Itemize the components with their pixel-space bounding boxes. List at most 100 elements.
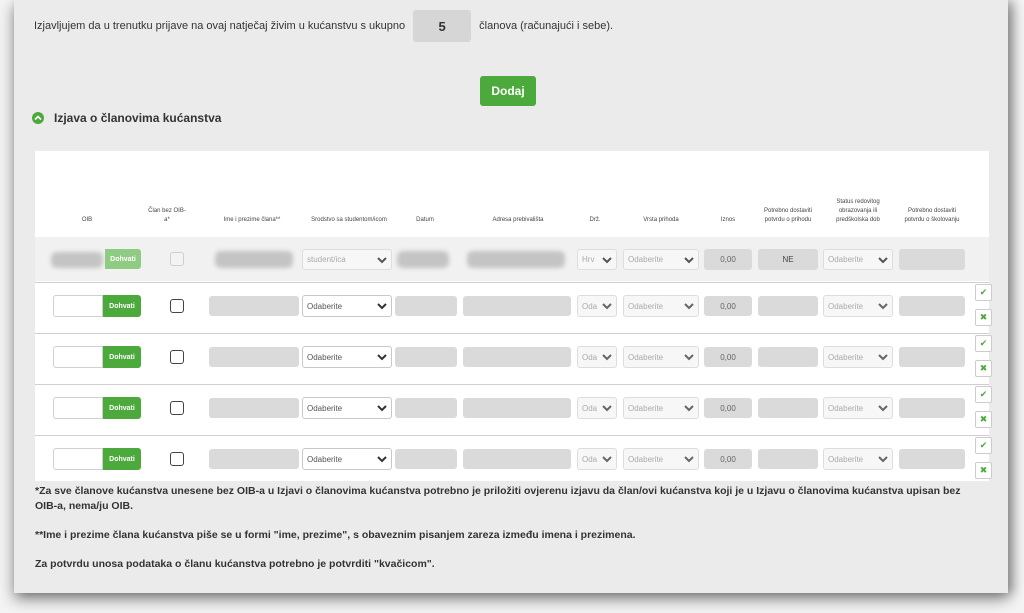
chevron-down-icon xyxy=(684,456,694,463)
address-input[interactable] xyxy=(463,347,571,367)
country-select[interactable]: Oda xyxy=(577,397,617,419)
delete-x-icon[interactable]: ✖ xyxy=(975,360,992,377)
education-select[interactable]: Odaberite xyxy=(823,448,893,470)
education-value: Odaberite xyxy=(828,454,864,464)
date-input[interactable] xyxy=(395,347,457,367)
relation-value: Odaberite xyxy=(307,403,343,413)
education-select[interactable]: Odaberite xyxy=(823,295,893,317)
income-type-select[interactable]: Odaberite xyxy=(623,346,699,368)
confirm-check-icon[interactable]: ✔ xyxy=(975,437,992,454)
relation-select[interactable]: Odaberite xyxy=(302,295,392,317)
chevron-down-icon xyxy=(878,256,888,263)
chevron-down-icon xyxy=(377,354,387,361)
amount-field[interactable]: 0,00 xyxy=(704,398,752,418)
note-no-oib: *Za sve članove kućanstva unesene bez OI… xyxy=(35,485,961,512)
address-input[interactable] xyxy=(463,296,571,316)
chevron-down-icon xyxy=(684,354,694,361)
header-income-type: Vrsta prihoda xyxy=(643,217,679,223)
header-country: Drž. xyxy=(589,217,601,223)
chevron-down-icon xyxy=(878,354,888,361)
relation-value: Odaberite xyxy=(307,352,343,362)
no-oib-checkbox[interactable] xyxy=(170,401,184,415)
income-proof-field xyxy=(758,347,818,367)
delete-x-icon[interactable]: ✖ xyxy=(975,309,992,326)
note-name-format: **Ime i prezime člana kućanstva piše se … xyxy=(35,529,636,541)
no-oib-checkbox[interactable] xyxy=(170,299,184,313)
education-select[interactable]: Odaberite xyxy=(823,346,893,368)
income-type-select[interactable]: Odaberite xyxy=(623,448,699,470)
confirm-check-icon[interactable]: ✔ xyxy=(975,284,992,301)
date-input[interactable] xyxy=(395,296,457,316)
table-row: Dohvati Odaberite Oda Odaberite 0,00 Oda… xyxy=(35,384,992,429)
income-type-value: Odaberite xyxy=(628,352,664,362)
table-row: Dohvati Odaberite Oda Odaberite 0,00 Oda… xyxy=(35,435,992,480)
income-type-select[interactable]: Odaberite xyxy=(623,397,699,419)
oib-input[interactable] xyxy=(53,295,103,317)
country-select[interactable]: Oda xyxy=(577,295,617,317)
country-select[interactable]: Oda xyxy=(577,346,617,368)
country-value: Oda xyxy=(582,301,598,311)
oib-input[interactable] xyxy=(53,397,103,419)
oib-input[interactable] xyxy=(53,448,103,470)
education-select[interactable]: Odaberite xyxy=(823,249,893,270)
income-proof-field: NE xyxy=(758,249,818,270)
fetch-button[interactable]: Dohvati xyxy=(103,346,141,368)
section-title[interactable]: Izjava o članovima kućanstva xyxy=(32,111,221,125)
amount-field[interactable]: 0,00 xyxy=(704,347,752,367)
education-value: Odaberite xyxy=(828,352,864,362)
declaration-prefix: Izjavljujem da u trenutku prijave na ova… xyxy=(34,20,406,32)
delete-x-icon[interactable]: ✖ xyxy=(975,462,992,479)
relation-value: Odaberite xyxy=(307,301,343,311)
fetch-button[interactable]: Dohvati xyxy=(103,295,141,317)
confirm-check-icon[interactable]: ✔ xyxy=(975,335,992,352)
country-select[interactable]: Oda xyxy=(577,448,617,470)
amount-field[interactable]: 0,00 xyxy=(704,249,752,270)
income-type-value: Odaberite xyxy=(628,255,664,264)
income-type-select[interactable]: Odaberite xyxy=(623,249,699,270)
date-input[interactable] xyxy=(395,449,457,469)
fetch-button[interactable]: Dohvati xyxy=(103,397,141,419)
add-button[interactable]: Dodaj xyxy=(480,76,536,106)
delete-x-icon[interactable]: ✖ xyxy=(975,411,992,428)
header-address: Adresa prebivališta xyxy=(492,217,544,223)
notes-section: *Za sve članove kućanstva unesene bez OI… xyxy=(35,484,985,572)
household-declaration: Izjavljujem da u trenutku prijave na ova… xyxy=(34,10,613,42)
amount-field[interactable]: 0,00 xyxy=(704,296,752,316)
date-input[interactable] xyxy=(395,398,457,418)
chevron-down-icon xyxy=(602,354,612,361)
country-select[interactable]: Hrv xyxy=(577,249,617,270)
relation-select[interactable]: Odaberite xyxy=(302,397,392,419)
fetch-button[interactable]: Dohvati xyxy=(103,448,141,470)
header-relation: Srodstvo sa studentom/icom xyxy=(311,217,387,223)
chevron-down-icon xyxy=(878,456,888,463)
collapse-up-icon[interactable] xyxy=(32,112,44,124)
country-value: Oda xyxy=(582,454,598,464)
name-input[interactable] xyxy=(209,347,299,367)
header-income-proof: Potrebno dostaviti potvrdu o prihodu xyxy=(763,208,813,223)
relation-select[interactable]: Odaberite xyxy=(302,448,392,470)
oib-input[interactable] xyxy=(53,346,103,368)
country-value: Oda xyxy=(582,403,598,413)
no-oib-checkbox[interactable] xyxy=(170,452,184,466)
address-input[interactable] xyxy=(463,398,571,418)
address-input[interactable] xyxy=(463,449,571,469)
chevron-down-icon xyxy=(878,303,888,310)
chevron-down-icon xyxy=(878,405,888,412)
declaration-suffix: članova (računajući i sebe). xyxy=(479,20,614,32)
income-proof-field xyxy=(758,398,818,418)
no-oib-checkbox[interactable] xyxy=(170,350,184,364)
confirm-check-icon[interactable]: ✔ xyxy=(975,386,992,403)
name-input[interactable] xyxy=(209,296,299,316)
amount-field[interactable]: 0,00 xyxy=(704,449,752,469)
fetch-button[interactable]: Dohvati xyxy=(105,249,141,269)
no-oib-checkbox[interactable] xyxy=(170,252,184,266)
education-select[interactable]: Odaberite xyxy=(823,397,893,419)
relation-select[interactable]: student/ica xyxy=(302,249,392,270)
household-count-field[interactable]: 5 xyxy=(413,10,472,42)
relation-select[interactable]: Odaberite xyxy=(302,346,392,368)
name-input[interactable] xyxy=(209,398,299,418)
income-type-select[interactable]: Odaberite xyxy=(623,295,699,317)
name-input[interactable] xyxy=(209,449,299,469)
country-value: Hrv xyxy=(582,255,595,264)
header-date: Datum xyxy=(416,217,434,223)
